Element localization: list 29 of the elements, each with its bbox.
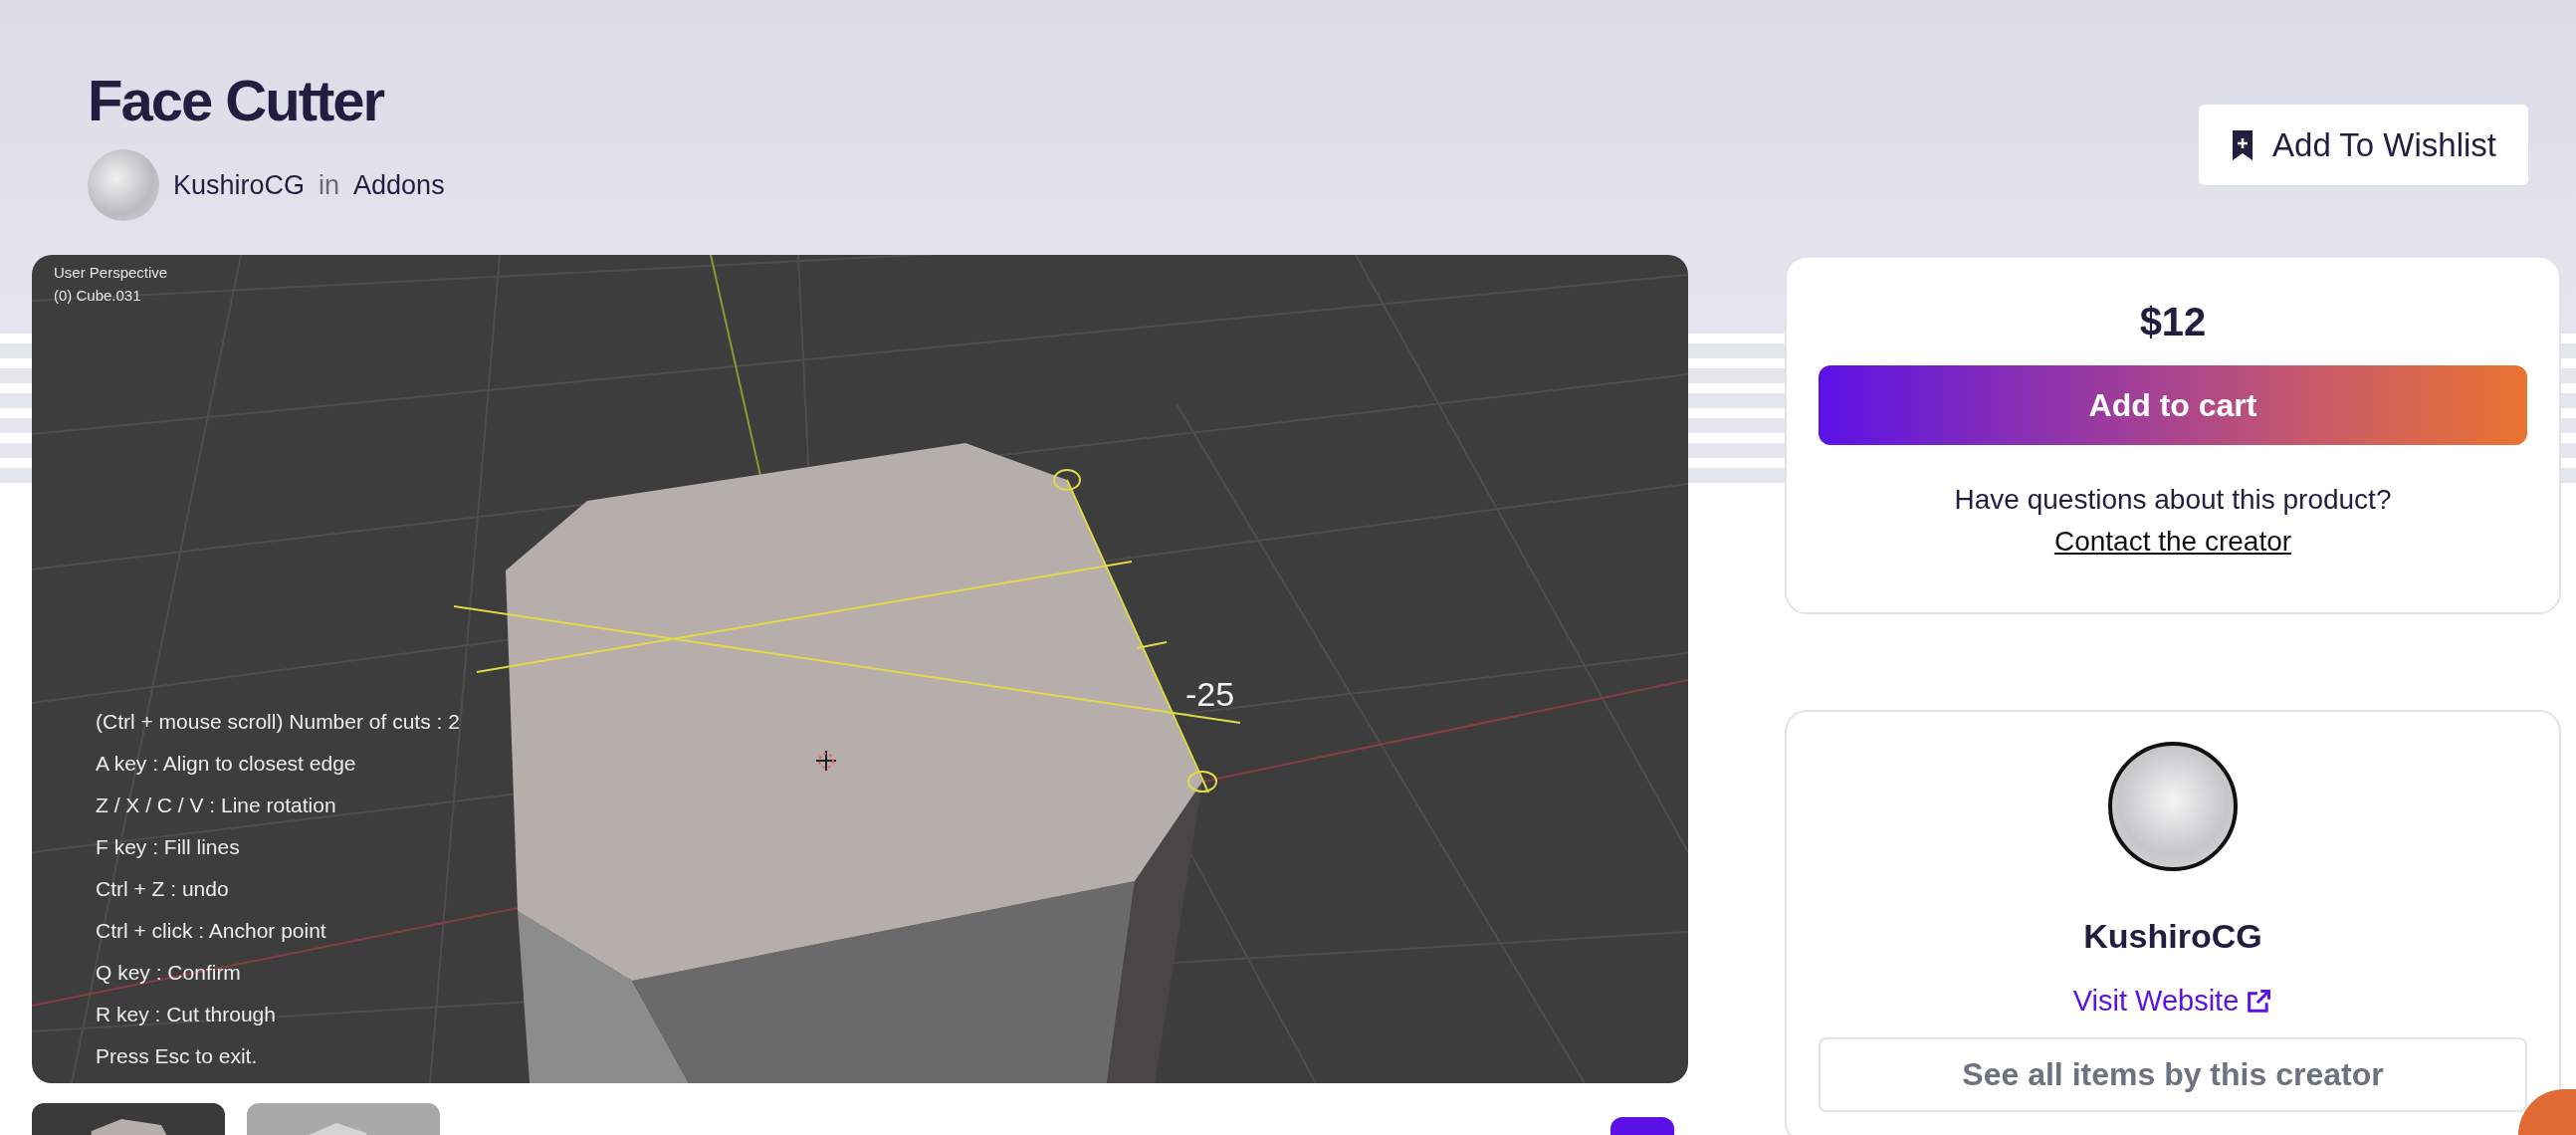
category-link[interactable]: Addons: [353, 164, 445, 206]
shortcut-hint: (Ctrl + mouse scroll) Number of cuts : 2: [96, 709, 460, 735]
shortcut-hint: A key : Align to closest edge: [96, 751, 357, 777]
shortcut-hint: Ctrl + Z : undo: [96, 876, 230, 902]
shortcut-hint: Ctrl + click : Anchor point: [96, 918, 327, 944]
shortcut-hint: Z / X / C / V : Line rotation: [96, 793, 337, 818]
wishlist-button[interactable]: Add To Wishlist: [2199, 105, 2528, 185]
object-name-label: (0) Cube.031: [54, 286, 142, 306]
author-link[interactable]: KushiroCG: [173, 164, 306, 206]
shortcut-hint: Q key : Confirm: [96, 960, 242, 986]
byline-text: in: [319, 168, 340, 202]
external-link-icon: [2245, 987, 2273, 1016]
shortcut-hint: R key : Cut through: [96, 1002, 277, 1027]
carousel-button[interactable]: [1610, 1117, 1674, 1135]
thumbnail[interactable]: [32, 1103, 225, 1135]
add-to-cart-button[interactable]: Add to cart: [1819, 365, 2527, 445]
see-all-items-button[interactable]: See all items by this creator: [1819, 1036, 2527, 1112]
bookmark-plus-icon: [2231, 129, 2254, 160]
product-title: Face Cutter: [88, 72, 385, 129]
thumbnail[interactable]: [247, 1103, 440, 1135]
price-text: $12: [2138, 299, 2208, 345]
angle-reading: -25: [1185, 674, 1235, 715]
visit-website-link[interactable]: Visit Website: [2072, 980, 2273, 1023]
question-text: Have questions about this product?: [1953, 483, 2393, 517]
shortcut-hint: Press Esc to exit.: [96, 1043, 259, 1069]
contact-creator-link[interactable]: Contact the creator: [2053, 526, 2292, 557]
creator-name: KushiroCG: [2083, 916, 2262, 957]
view-name-label: User Perspective: [54, 263, 168, 283]
shortcut-hint: F key : Fill lines: [96, 834, 241, 860]
